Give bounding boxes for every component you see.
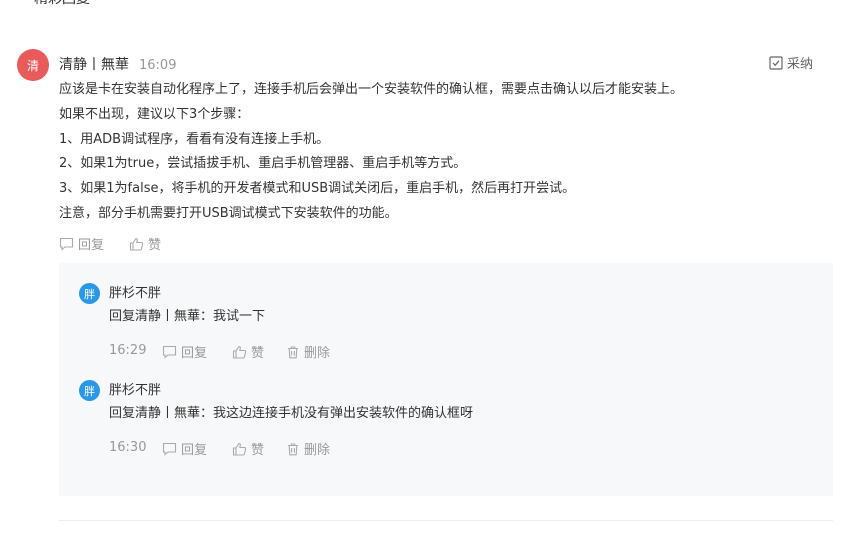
reply-list: 胖 胖杉不胖 回复清静丨無華：我试一下 16:29 回复 赞 删除 胖 胖杉不胖…: [59, 263, 833, 496]
reply-author[interactable]: 胖杉不胖: [109, 382, 161, 400]
reply-button[interactable]: 回复: [162, 342, 207, 361]
delete-button[interactable]: 删除: [286, 439, 330, 458]
adopt-label: 采纳: [787, 57, 814, 72]
comment-line: 1、用ADB调试程序，看看有没有连接上手机。: [59, 131, 330, 147]
reply-text: 回复清静丨無華：我试一下: [109, 309, 266, 324]
checkbox-check-icon: [769, 55, 783, 70]
trash-icon: [286, 345, 300, 359]
reply-button[interactable]: 回复: [59, 234, 104, 253]
speech-bubble-icon: [162, 442, 177, 456]
delete-label: 删除: [304, 443, 331, 458]
reply-time: 16:30: [109, 440, 147, 455]
divider: [59, 520, 833, 521]
delete-button[interactable]: 删除: [286, 342, 330, 361]
speech-bubble-icon: [59, 237, 74, 251]
trash-icon: [286, 442, 300, 456]
like-label: 赞: [251, 346, 265, 361]
comment-line: 应该是卡在安装自动化程序上了，连接手机后会弹出一个安装软件的确认框，需要点击确认…: [59, 82, 684, 97]
reply-button[interactable]: 回复: [162, 439, 207, 458]
comment-line: 2、如果1为true，尝试插拔手机、重启手机管理器、重启手机等方式。: [59, 156, 467, 172]
like-label: 赞: [148, 238, 162, 253]
reply-text: 回复清静丨無華：我这边连接手机没有弹出安装软件的确认框呀: [109, 406, 474, 421]
speech-bubble-icon: [162, 345, 177, 359]
avatar[interactable]: 清: [17, 49, 49, 81]
avatar[interactable]: 胖: [79, 380, 100, 401]
avatar[interactable]: 胖: [79, 283, 100, 304]
comment-page: 精彩回复 清 清静丨無華 16:09 采纳 应该是卡在安装自动化程序上了，连接手…: [0, 0, 868, 534]
comment-line: 如果不出现，建议以下3个步骤：: [59, 106, 250, 122]
adopt-button[interactable]: 采纳: [769, 53, 813, 72]
comment-time: 16:09: [139, 58, 177, 73]
like-label: 赞: [251, 443, 265, 458]
previous-section-title: 精彩回复: [34, 0, 90, 8]
like-button[interactable]: 赞: [232, 342, 264, 361]
thumbs-up-icon: [232, 345, 247, 359]
thumbs-up-icon: [232, 442, 247, 456]
reply-label: 回复: [78, 238, 105, 253]
reply-author[interactable]: 胖杉不胖: [109, 285, 161, 303]
reply-label: 回复: [181, 346, 208, 361]
comment-line: 3、如果1为false，将手机的开发者模式和USB调试关闭后，重启手机，然后再打…: [59, 181, 576, 197]
comment-line: 注意，部分手机需要打开USB调试模式下安装软件的功能。: [59, 205, 398, 221]
like-button[interactable]: 赞: [232, 439, 264, 458]
like-button[interactable]: 赞: [129, 234, 161, 253]
comment-body: 应该是卡在安装自动化程序上了，连接手机后会弹出一个安装软件的确认框，需要点击确认…: [59, 78, 839, 227]
thumbs-up-icon: [129, 237, 144, 251]
reply-time: 16:29: [109, 343, 147, 358]
reply-label: 回复: [181, 443, 208, 458]
delete-label: 删除: [304, 346, 331, 361]
comment-author[interactable]: 清静丨無華: [59, 56, 129, 74]
